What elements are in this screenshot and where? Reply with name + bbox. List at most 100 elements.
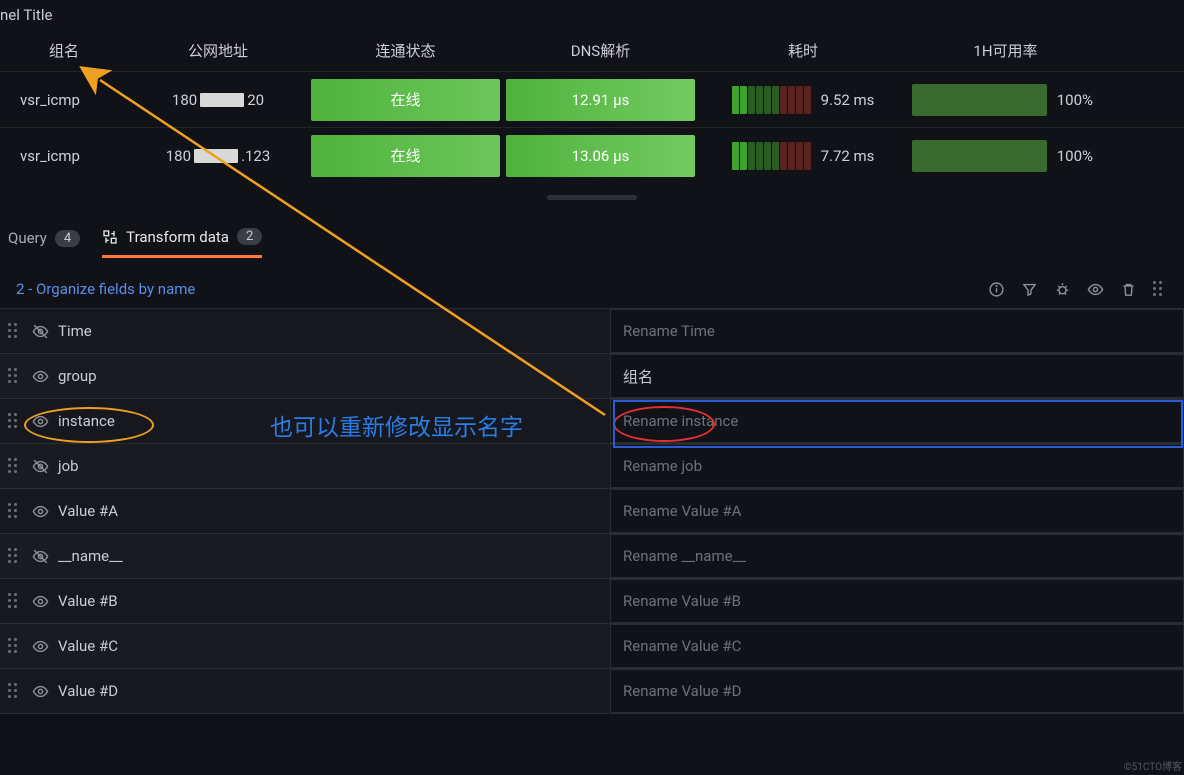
tab-label: Transform data: [126, 228, 229, 246]
transform-icon: [102, 229, 118, 245]
table-row: vsr_icmp 180 20 在线 12.91 μs 9.52 ms 100%: [0, 71, 1184, 127]
field-row: instance: [0, 399, 1184, 444]
column-header-group[interactable]: 组名: [0, 40, 128, 61]
filter-icon[interactable]: [1021, 281, 1038, 298]
eye-icon[interactable]: [26, 683, 54, 700]
cell-latency: 7.72 ms: [698, 142, 908, 170]
field-row: Value #C: [0, 624, 1184, 669]
rename-input[interactable]: [610, 624, 1184, 668]
cell-availability: 100%: [908, 140, 1103, 172]
rename-input[interactable]: [610, 354, 1184, 398]
debug-icon[interactable]: [1054, 281, 1071, 298]
tab-count-badge: 2: [237, 228, 262, 245]
eye-icon[interactable]: [26, 413, 54, 430]
cell-dns: 12.91 μs: [503, 79, 698, 121]
field-row: Time: [0, 309, 1184, 354]
status-badge: 在线: [311, 79, 500, 121]
latency-bars: [732, 86, 811, 114]
ip-prefix: 180: [166, 147, 191, 165]
availability-bar: [912, 140, 1047, 172]
availability-value: 100%: [1057, 147, 1093, 165]
cell-ip: 180 20: [128, 91, 308, 109]
drag-handle-icon[interactable]: [0, 458, 26, 474]
data-table: 组名 公网地址 连通状态 DNS解析 耗时 1H可用率 vsr_icmp 180…: [0, 30, 1184, 183]
rename-input[interactable]: [610, 534, 1184, 578]
field-name-label: group: [54, 367, 610, 385]
rename-input[interactable]: [610, 399, 1184, 443]
transform-header: 2 - Organize fields by name: [0, 272, 1184, 308]
transform-title[interactable]: 2 - Organize fields by name: [16, 280, 195, 298]
tab-query[interactable]: Query 4: [8, 218, 80, 258]
field-name-label: Value #C: [54, 637, 610, 655]
transform-panel: 2 - Organize fields by name Time group ins…: [0, 272, 1184, 714]
latency-value: 9.52 ms: [821, 91, 875, 109]
eye-icon[interactable]: [26, 638, 54, 655]
drag-handle-icon[interactable]: [0, 638, 26, 654]
drag-handle-icon[interactable]: [0, 413, 26, 429]
availability-value: 100%: [1057, 91, 1093, 109]
eye-icon[interactable]: [1087, 281, 1104, 298]
drag-handle-icon[interactable]: [0, 368, 26, 384]
watermark: ©51CTO博客: [1124, 758, 1182, 773]
field-row: __name__: [0, 534, 1184, 579]
column-header-availability[interactable]: 1H可用率: [908, 40, 1103, 61]
rename-input[interactable]: [610, 579, 1184, 623]
cell-dns: 13.06 μs: [503, 135, 698, 177]
rename-input[interactable]: [610, 489, 1184, 533]
drag-handle-icon[interactable]: [0, 323, 26, 339]
field-row: Value #A: [0, 489, 1184, 534]
resize-handle[interactable]: [547, 195, 637, 200]
annotation-text: 也可以重新修改显示名字: [270, 408, 523, 442]
cell-group: vsr_icmp: [0, 91, 128, 109]
eye-off-icon[interactable]: [26, 323, 54, 340]
field-name-label: Value #B: [54, 592, 610, 610]
field-row: Value #B: [0, 579, 1184, 624]
rename-input[interactable]: [610, 669, 1184, 713]
eye-icon[interactable]: [26, 593, 54, 610]
panel-title: nel Title: [0, 0, 1184, 30]
rename-input[interactable]: [610, 309, 1184, 353]
field-row: Value #D: [0, 669, 1184, 714]
cell-latency: 9.52 ms: [698, 86, 908, 114]
tab-count-badge: 4: [55, 230, 80, 247]
dns-badge: 12.91 μs: [506, 79, 695, 121]
column-header-status[interactable]: 连通状态: [308, 40, 503, 61]
eye-icon[interactable]: [26, 503, 54, 520]
tab-label: Query: [8, 229, 47, 247]
editor-tabs: Query 4 Transform data 2: [0, 218, 1184, 258]
redacted-block: [194, 149, 238, 163]
cell-status: 在线: [308, 79, 503, 121]
trash-icon[interactable]: [1120, 281, 1137, 298]
field-list: Time group instance job Value #A __name__ Valu…: [0, 308, 1184, 714]
drag-handle-icon[interactable]: [0, 503, 26, 519]
ip-suffix: .123: [241, 147, 270, 165]
drag-handle-icon[interactable]: [0, 683, 26, 699]
info-icon[interactable]: [988, 281, 1005, 298]
status-badge: 在线: [311, 135, 500, 177]
column-header-latency[interactable]: 耗时: [698, 40, 908, 61]
latency-value: 7.72 ms: [821, 147, 875, 165]
cell-group: vsr_icmp: [0, 147, 128, 165]
cell-ip: 180 .123: [128, 147, 308, 165]
eye-off-icon[interactable]: [26, 458, 54, 475]
eye-off-icon[interactable]: [26, 548, 54, 565]
drag-handle-icon[interactable]: [0, 593, 26, 609]
ip-suffix: 20: [247, 91, 264, 109]
tab-transform[interactable]: Transform data 2: [102, 218, 262, 258]
field-name-label: job: [54, 457, 610, 475]
dns-badge: 13.06 μs: [506, 135, 695, 177]
field-row: job: [0, 444, 1184, 489]
redacted-block: [200, 93, 244, 107]
column-header-dns[interactable]: DNS解析: [503, 40, 698, 61]
cell-status: 在线: [308, 135, 503, 177]
rename-input[interactable]: [610, 444, 1184, 488]
drag-icon[interactable]: [1153, 281, 1170, 298]
field-row: group: [0, 354, 1184, 399]
field-name-label: Value #A: [54, 502, 610, 520]
drag-handle-icon[interactable]: [0, 548, 26, 564]
column-header-ip[interactable]: 公网地址: [128, 40, 308, 61]
cell-availability: 100%: [908, 84, 1103, 116]
table-header-row: 组名 公网地址 连通状态 DNS解析 耗时 1H可用率: [0, 30, 1184, 71]
table-row: vsr_icmp 180 .123 在线 13.06 μs 7.72 ms 10…: [0, 127, 1184, 183]
eye-icon[interactable]: [26, 368, 54, 385]
